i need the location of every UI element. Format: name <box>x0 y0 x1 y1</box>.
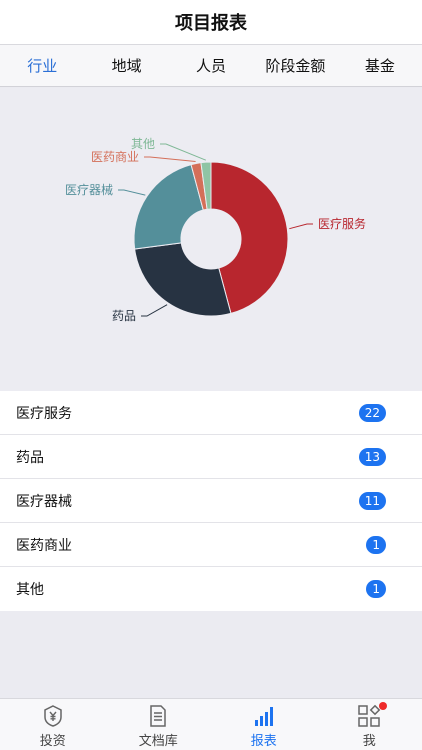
tabbar-label: 我 <box>362 734 376 749</box>
tabbar-documents[interactable]: 文档库 <box>106 699 212 750</box>
list-item[interactable]: 医疗器械 11 <box>0 479 422 523</box>
chart-area: 医疗服务药品 医疗器械 医药商业 其他 <box>0 88 422 391</box>
slice-medical-device[interactable] <box>133 164 204 250</box>
leader-line <box>144 156 196 163</box>
bar-chart-icon <box>254 707 273 726</box>
leader-line <box>160 143 207 161</box>
tabbar-label: 投资 <box>39 734 66 749</box>
notification-dot <box>379 702 388 710</box>
label-medical-device: 医疗器械 <box>65 182 113 197</box>
count-badge: 11 <box>358 491 386 510</box>
label-other: 其他 <box>131 137 155 151</box>
count-badge: 1 <box>366 580 386 598</box>
list-item-label: 药品 <box>16 449 44 466</box>
count-badge: 13 <box>358 447 386 466</box>
list-item[interactable]: 其他 1 <box>0 567 422 611</box>
nav-header: 项目报表 <box>0 0 422 45</box>
grid-apps-icon <box>358 704 381 727</box>
tabbar-label: 报表 <box>250 734 277 749</box>
list-item[interactable]: 医疗服务 22 <box>0 391 422 435</box>
list-item[interactable]: 药品 13 <box>0 435 422 479</box>
tabbar-me[interactable]: 我 <box>317 699 422 750</box>
leader-line <box>118 189 146 196</box>
label-pharma-commerce: 医药商业 <box>91 149 139 164</box>
page-title: 项目报表 <box>175 13 247 34</box>
label-pharma: 药品 <box>112 309 136 323</box>
count-badge: 22 <box>358 403 386 422</box>
label-medical-service: 医疗服务 <box>318 216 366 231</box>
category-tabs: 行业 地域 人员 阶段金额 基金 <box>0 45 422 87</box>
tab-industry[interactable]: 行业 <box>0 45 84 87</box>
bottom-tab-bar: 投资 文档库 报表 我 <box>0 698 422 750</box>
document-icon <box>150 705 166 727</box>
category-list: 医疗服务 22 药品 13 医疗器械 11 医药商业 1 其他 1 <box>0 391 422 611</box>
count-badge: 1 <box>366 535 386 554</box>
tabbar-invest[interactable]: 投资 <box>0 699 106 750</box>
tabbar-label: 文档库 <box>138 734 178 749</box>
list-item-label: 医疗服务 <box>16 405 72 422</box>
slice-pharma[interactable] <box>134 242 232 317</box>
tab-fund[interactable]: 基金 <box>338 45 422 87</box>
leader-line <box>141 304 168 317</box>
yen-shield-icon <box>44 705 62 727</box>
donut-chart: 医疗服务药品 医疗器械 医药商业其他 <box>65 137 366 323</box>
tab-stage-amount[interactable]: 阶段金额 <box>253 45 337 87</box>
leader-line <box>289 223 313 230</box>
tab-personnel[interactable]: 人员 <box>169 45 253 87</box>
list-item-label: 医药商业 <box>16 537 72 554</box>
list-item-label: 其他 <box>16 582 44 598</box>
list-item-label: 医疗器械 <box>16 493 72 510</box>
tab-region[interactable]: 地域 <box>84 45 168 87</box>
tabbar-reports[interactable]: 报表 <box>211 699 317 750</box>
list-item[interactable]: 医药商业 1 <box>0 523 422 567</box>
